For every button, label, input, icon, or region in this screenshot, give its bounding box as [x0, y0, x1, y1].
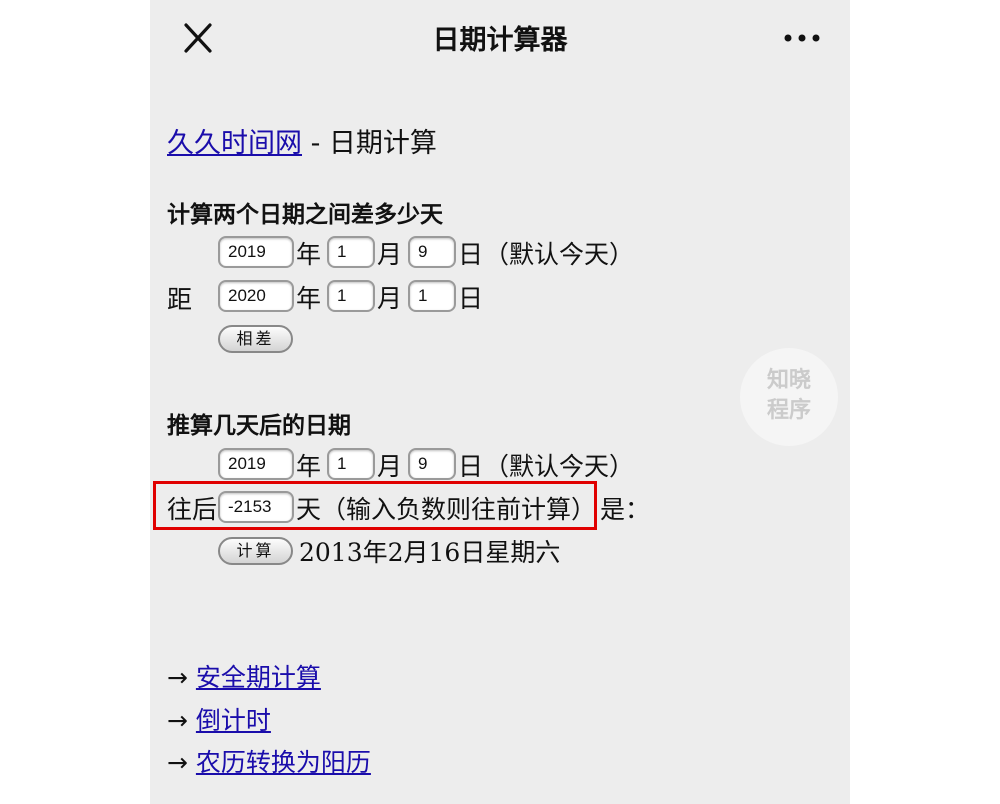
offset-days-input[interactable]: [218, 491, 294, 523]
mini-program-page: 日期计算器 久久时间网 - 日期计算 计算两个日期之间差多少天 年 月 日 （默…: [150, 0, 850, 804]
diff-end-day-input[interactable]: [408, 280, 456, 312]
page-title: 日期计算: [328, 128, 437, 159]
add-base-year-unit: 年: [296, 452, 322, 481]
offset-prefix-label: 往后: [167, 495, 218, 524]
more-dots-icon[interactable]: [782, 26, 822, 50]
page-header: 久久时间网 - 日期计算: [167, 121, 437, 160]
arrow-icon: →: [167, 748, 188, 777]
arrow-icon: →: [167, 663, 188, 692]
link-row-countdown: → 倒计时: [167, 701, 271, 737]
diff-start-year-input[interactable]: [218, 236, 294, 268]
watermark-line1: 知晓: [766, 368, 811, 393]
diff-end-year-input[interactable]: [218, 280, 294, 312]
diff-start-year-unit: 年: [296, 240, 322, 269]
calculate-date-button[interactable]: 计算: [218, 537, 293, 565]
offset-tail-label: 是：: [600, 495, 651, 524]
section-diff-heading: 计算两个日期之间差多少天: [167, 202, 443, 228]
safe-period-link[interactable]: 安全期计算: [196, 663, 321, 692]
add-base-day-unit: 日: [458, 452, 484, 481]
header-separator: -: [302, 128, 329, 159]
countdown-link[interactable]: 倒计时: [196, 706, 271, 735]
link-row-lunar-convert: → 农历转换为阳历: [167, 743, 371, 779]
navigation-bar: 日期计算器: [150, 0, 850, 76]
calculated-date-result: 2013年2月16日星期六: [299, 538, 561, 567]
diff-end-year-unit: 年: [296, 284, 322, 313]
diff-end-month-input[interactable]: [327, 280, 375, 312]
diff-end-month-unit: 月: [377, 284, 403, 313]
diff-start-month-unit: 月: [377, 240, 403, 269]
add-base-year-input[interactable]: [218, 448, 294, 480]
diff-default-today-note: （默认今天）: [484, 240, 635, 269]
section-add-heading: 推算几天后的日期: [167, 413, 351, 439]
add-base-month-input[interactable]: [327, 448, 375, 480]
nav-title: 日期计算器: [432, 25, 568, 56]
link-row-safe-period: → 安全期计算: [167, 658, 321, 694]
add-default-today-note: （默认今天）: [484, 452, 635, 481]
watermark-logo: 知晓 程序: [740, 348, 838, 446]
diff-start-day-unit: 日: [458, 240, 484, 269]
watermark-line2: 程序: [766, 398, 811, 423]
lunar-to-solar-link[interactable]: 农历转换为阳历: [196, 748, 371, 777]
site-link[interactable]: 久久时间网: [167, 128, 302, 159]
diff-start-month-input[interactable]: [327, 236, 375, 268]
calculate-difference-button[interactable]: 相差: [218, 325, 293, 353]
diff-start-day-input[interactable]: [408, 236, 456, 268]
diff-distance-label: 距: [167, 285, 193, 314]
add-base-day-input[interactable]: [408, 448, 456, 480]
offset-suffix-label: 天（输入负数则往前计算）: [296, 495, 597, 524]
diff-end-day-unit: 日: [458, 284, 484, 313]
add-base-month-unit: 月: [377, 452, 403, 481]
arrow-icon: →: [167, 706, 188, 735]
